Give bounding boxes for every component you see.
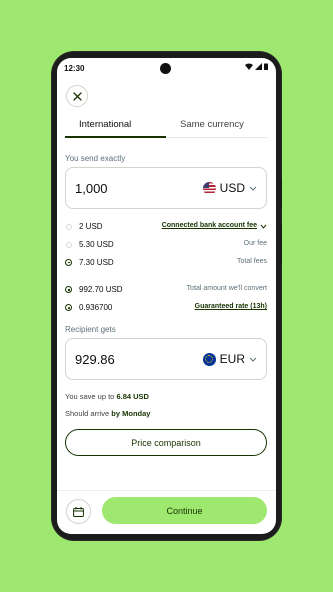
recipient-currency-selector[interactable]: EUR (202, 352, 257, 366)
arrival-value: by Monday (111, 409, 151, 418)
minus-icon (66, 242, 72, 248)
chevron-down-icon[interactable] (260, 224, 267, 229)
tab-international[interactable]: International (79, 119, 131, 130)
multiply-icon (65, 304, 72, 311)
battery-icon (264, 63, 268, 70)
fee-description: Total amount we'll convert (186, 285, 267, 292)
active-tab-indicator (65, 136, 166, 138)
close-button[interactable] (66, 85, 88, 107)
fee-row-total-fees: 7.30 USD Total fees (65, 257, 267, 270)
us-flag-icon (202, 181, 216, 195)
recipient-amount-field[interactable]: 929.86 EUR (65, 338, 267, 380)
fee-row-our-fee: 5.30 USD Our fee (65, 239, 267, 252)
status-time: 12:30 (64, 64, 85, 73)
fee-description: Total fees (237, 258, 267, 265)
tab-bar: International Same currency (65, 116, 267, 138)
send-amount-field[interactable]: 1,000 USD (65, 167, 267, 209)
signal-icon (255, 63, 262, 70)
fee-amount: 5.30 USD (79, 240, 114, 249)
arrival-info: Should arrive by Monday (65, 409, 150, 418)
send-label: You send exactly (65, 154, 126, 163)
power-button (279, 224, 282, 264)
schedule-button[interactable] (66, 499, 91, 524)
chevron-down-icon (249, 357, 257, 362)
wifi-icon (245, 63, 253, 70)
guaranteed-rate-link[interactable]: Guaranteed rate (13h) (195, 303, 267, 310)
exchange-rate: 0.936700 (79, 303, 113, 312)
bottom-divider (57, 490, 276, 491)
fee-description: Our fee (243, 240, 267, 247)
fee-amount: 2 USD (79, 222, 103, 231)
savings-info: You save up to 6.84 USD (65, 392, 149, 401)
continue-button[interactable]: Continue (102, 497, 267, 524)
volume-button (279, 178, 282, 208)
front-camera (160, 63, 171, 74)
savings-prefix: You save up to (65, 392, 115, 401)
send-amount-input[interactable]: 1,000 (75, 181, 108, 196)
equals-icon (65, 286, 72, 293)
calendar-icon (73, 506, 84, 517)
app-screen: 12:30 International Same currency You se… (57, 58, 276, 534)
fee-amount: 7.30 USD (79, 258, 114, 267)
recipient-amount-input[interactable]: 929.86 (75, 352, 115, 367)
savings-value: 6.84 USD (116, 392, 149, 401)
close-icon (72, 91, 82, 101)
status-bar: 12:30 (57, 58, 276, 80)
tab-same-currency[interactable]: Same currency (180, 119, 244, 130)
fee-row-convert: 992.70 USD Total amount we'll convert (65, 284, 267, 297)
recipient-label: Recipient gets (65, 325, 116, 334)
convert-amount: 992.70 USD (79, 285, 123, 294)
status-icons (245, 63, 268, 70)
fee-row-bank: 2 USD Connected bank account fee (65, 221, 267, 234)
send-currency-selector[interactable]: USD (202, 181, 257, 195)
minus-icon (66, 224, 72, 230)
bank-fee-link[interactable]: Connected bank account fee (162, 222, 257, 229)
eu-flag-icon (202, 352, 216, 366)
send-currency-code: USD (219, 181, 245, 195)
price-comparison-button[interactable]: Price comparison (65, 429, 267, 456)
arrival-prefix: Should arrive (65, 409, 110, 418)
fee-row-rate: 0.936700 Guaranteed rate (13h) (65, 302, 267, 315)
chevron-down-icon (249, 186, 257, 191)
recipient-currency-code: EUR (219, 352, 245, 366)
equals-icon (65, 259, 72, 266)
